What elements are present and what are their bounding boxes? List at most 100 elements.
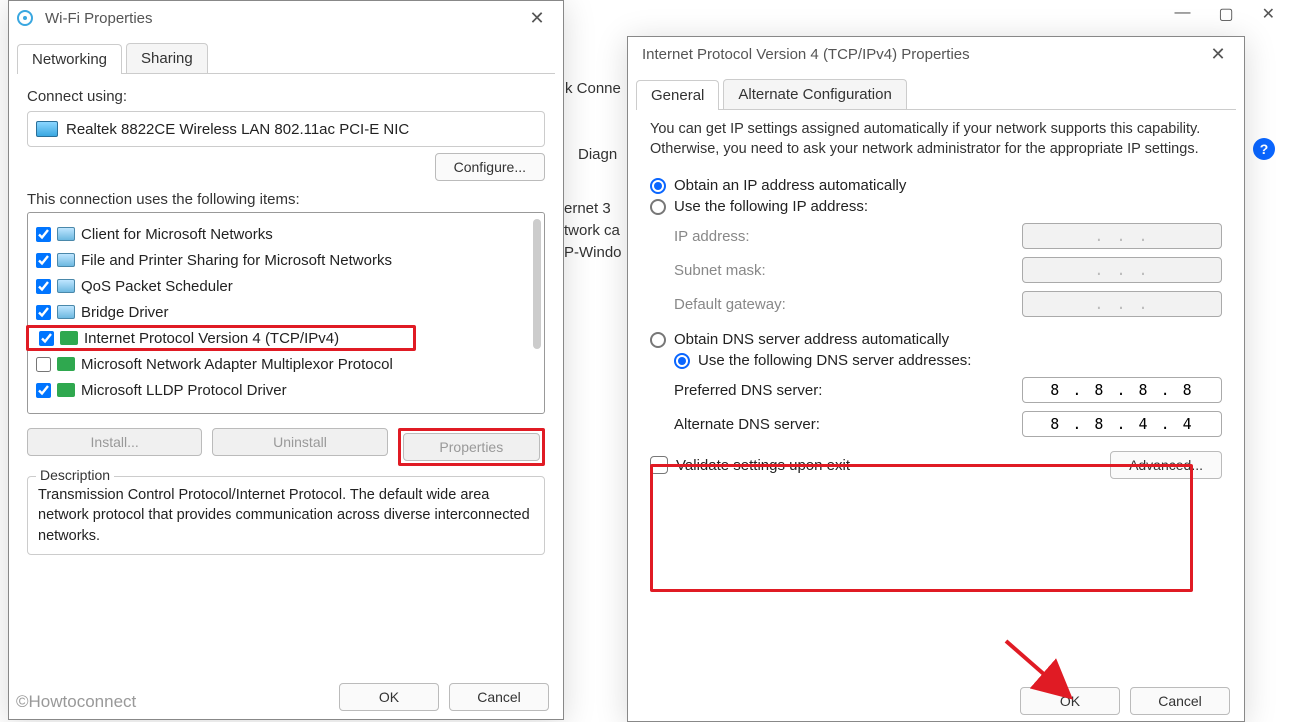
radio-auto-dns[interactable]: Obtain DNS server address automatically xyxy=(650,331,1222,348)
list-item[interactable]: Microsoft LLDP Protocol Driver xyxy=(32,377,540,403)
network-service-icon xyxy=(57,227,75,241)
dialog-title: Internet Protocol Version 4 (TCP/IPv4) P… xyxy=(634,46,1198,63)
alternate-dns-label: Alternate DNS server: xyxy=(674,416,820,433)
scrollbar[interactable] xyxy=(533,219,541,349)
description-text: Transmission Control Protocol/Internet P… xyxy=(38,485,534,546)
list-item-ipv4[interactable]: Internet Protocol Version 4 (TCP/IPv4) xyxy=(26,325,416,351)
dns-settings-group: Preferred DNS server: 8 . 8 . 8 . 8 Alte… xyxy=(674,377,1222,437)
adapter-icon xyxy=(36,121,58,137)
radio-icon xyxy=(674,353,690,369)
radio-use-ip[interactable]: Use the following IP address: xyxy=(650,198,1222,215)
adapter-name: Realtek 8822CE Wireless LAN 802.11ac PCI… xyxy=(66,121,409,138)
list-item[interactable]: File and Printer Sharing for Microsoft N… xyxy=(32,247,540,273)
default-gateway-label: Default gateway: xyxy=(674,296,786,313)
wifi-icon xyxy=(15,8,35,28)
tab-general[interactable]: General xyxy=(636,80,719,110)
tab-sharing[interactable]: Sharing xyxy=(126,43,208,73)
item-label: Internet Protocol Version 4 (TCP/IPv4) xyxy=(84,330,339,347)
bg-text: P-Windo xyxy=(564,244,622,261)
cancel-button[interactable]: Cancel xyxy=(1130,687,1230,715)
uninstall-button[interactable]: Uninstall xyxy=(212,428,387,456)
item-checkbox[interactable] xyxy=(36,227,51,242)
minimize-icon[interactable]: — xyxy=(1174,4,1190,24)
item-checkbox[interactable] xyxy=(36,305,51,320)
titlebar: Internet Protocol Version 4 (TCP/IPv4) P… xyxy=(628,37,1244,71)
tabstrip: General Alternate Configuration xyxy=(636,79,1236,110)
item-label: Client for Microsoft Networks xyxy=(81,226,273,243)
item-label: Microsoft Network Adapter Multiplexor Pr… xyxy=(81,356,393,373)
item-checkbox[interactable] xyxy=(36,383,51,398)
network-service-icon xyxy=(57,253,75,267)
connect-using-label: Connect using: xyxy=(27,88,545,105)
tabstrip: Networking Sharing xyxy=(17,43,555,74)
networking-content: Connect using: Realtek 8822CE Wireless L… xyxy=(9,74,563,569)
dns-highlight-annotation xyxy=(650,464,1193,592)
ok-button[interactable]: OK xyxy=(339,683,439,711)
items-header: This connection uses the following items… xyxy=(27,191,545,208)
radio-auto-ip[interactable]: Obtain an IP address automatically xyxy=(650,177,1222,194)
item-checkbox[interactable] xyxy=(36,279,51,294)
item-checkbox[interactable] xyxy=(39,331,54,346)
radio-use-dns[interactable]: Use the following DNS server addresses: xyxy=(674,352,1222,369)
dialog-footer: OK Cancel xyxy=(339,683,549,711)
cancel-button[interactable]: Cancel xyxy=(449,683,549,711)
protocol-icon xyxy=(57,383,75,397)
bg-text: ernet 3 xyxy=(564,200,611,217)
item-label: Microsoft LLDP Protocol Driver xyxy=(81,382,287,399)
dialog-title: Wi-Fi Properties xyxy=(41,10,517,27)
item-label: File and Printer Sharing for Microsoft N… xyxy=(81,252,392,269)
default-gateway-input: . . . xyxy=(1022,291,1222,317)
radio-icon xyxy=(650,199,666,215)
watermark: ©Howtoconnect xyxy=(16,692,136,712)
network-service-icon xyxy=(57,279,75,293)
subnet-mask-label: Subnet mask: xyxy=(674,262,766,279)
bg-text: k Conne xyxy=(565,80,621,97)
ip-settings-group: IP address: . . . Subnet mask: . . . Def… xyxy=(674,223,1222,317)
preferred-dns-label: Preferred DNS server: xyxy=(674,382,822,399)
close-button[interactable]: ✕ xyxy=(517,8,557,29)
radio-label: Use the following DNS server addresses: xyxy=(698,352,971,369)
info-text: You can get IP settings assigned automat… xyxy=(650,120,1222,159)
radio-label: Obtain an IP address automatically xyxy=(674,177,906,194)
description-legend: Description xyxy=(36,467,114,483)
item-checkbox[interactable] xyxy=(36,357,51,372)
radio-icon xyxy=(650,178,666,194)
background-window-controls: — ▢ ✕ xyxy=(1174,4,1275,24)
tab-networking[interactable]: Networking xyxy=(17,44,122,74)
alternate-dns-input[interactable]: 8 . 8 . 4 . 4 xyxy=(1022,411,1222,437)
radio-label: Obtain DNS server address automatically xyxy=(674,331,949,348)
bg-text: Diagn xyxy=(578,146,617,163)
network-service-icon xyxy=(57,305,75,319)
titlebar: Wi-Fi Properties ✕ xyxy=(9,1,563,35)
protocol-icon xyxy=(57,357,75,371)
preferred-dns-input[interactable]: 8 . 8 . 8 . 8 xyxy=(1022,377,1222,403)
configure-button[interactable]: Configure... xyxy=(435,153,545,181)
description-box: Description Transmission Control Protoco… xyxy=(27,476,545,555)
radio-icon xyxy=(650,332,666,348)
item-checkbox[interactable] xyxy=(36,253,51,268)
list-item[interactable]: Microsoft Network Adapter Multiplexor Pr… xyxy=(32,351,540,377)
tab-alternate[interactable]: Alternate Configuration xyxy=(723,79,906,109)
bg-text: twork ca xyxy=(564,222,620,239)
install-button[interactable]: Install... xyxy=(27,428,202,456)
help-icon[interactable]: ? xyxy=(1253,138,1275,160)
ip-address-input: . . . xyxy=(1022,223,1222,249)
maximize-icon[interactable]: ▢ xyxy=(1218,4,1233,24)
arrow-annotation xyxy=(1000,635,1090,715)
list-item[interactable]: QoS Packet Scheduler xyxy=(32,273,540,299)
radio-label: Use the following IP address: xyxy=(674,198,868,215)
item-label: QoS Packet Scheduler xyxy=(81,278,233,295)
general-content: You can get IP settings assigned automat… xyxy=(628,110,1244,493)
properties-button[interactable]: Properties xyxy=(403,433,540,461)
items-list: Client for Microsoft Networks File and P… xyxy=(27,212,545,414)
close-icon[interactable]: ✕ xyxy=(1262,4,1275,24)
close-button[interactable]: ✕ xyxy=(1198,44,1238,65)
list-item[interactable]: Client for Microsoft Networks xyxy=(32,221,540,247)
subnet-mask-input: . . . xyxy=(1022,257,1222,283)
item-label: Bridge Driver xyxy=(81,304,169,321)
list-item[interactable]: Bridge Driver xyxy=(32,299,540,325)
protocol-icon xyxy=(60,331,78,345)
item-buttons: Install... Uninstall Properties xyxy=(27,428,545,466)
ipv4-properties-dialog: Internet Protocol Version 4 (TCP/IPv4) P… xyxy=(627,36,1245,722)
adapter-box[interactable]: Realtek 8822CE Wireless LAN 802.11ac PCI… xyxy=(27,111,545,147)
